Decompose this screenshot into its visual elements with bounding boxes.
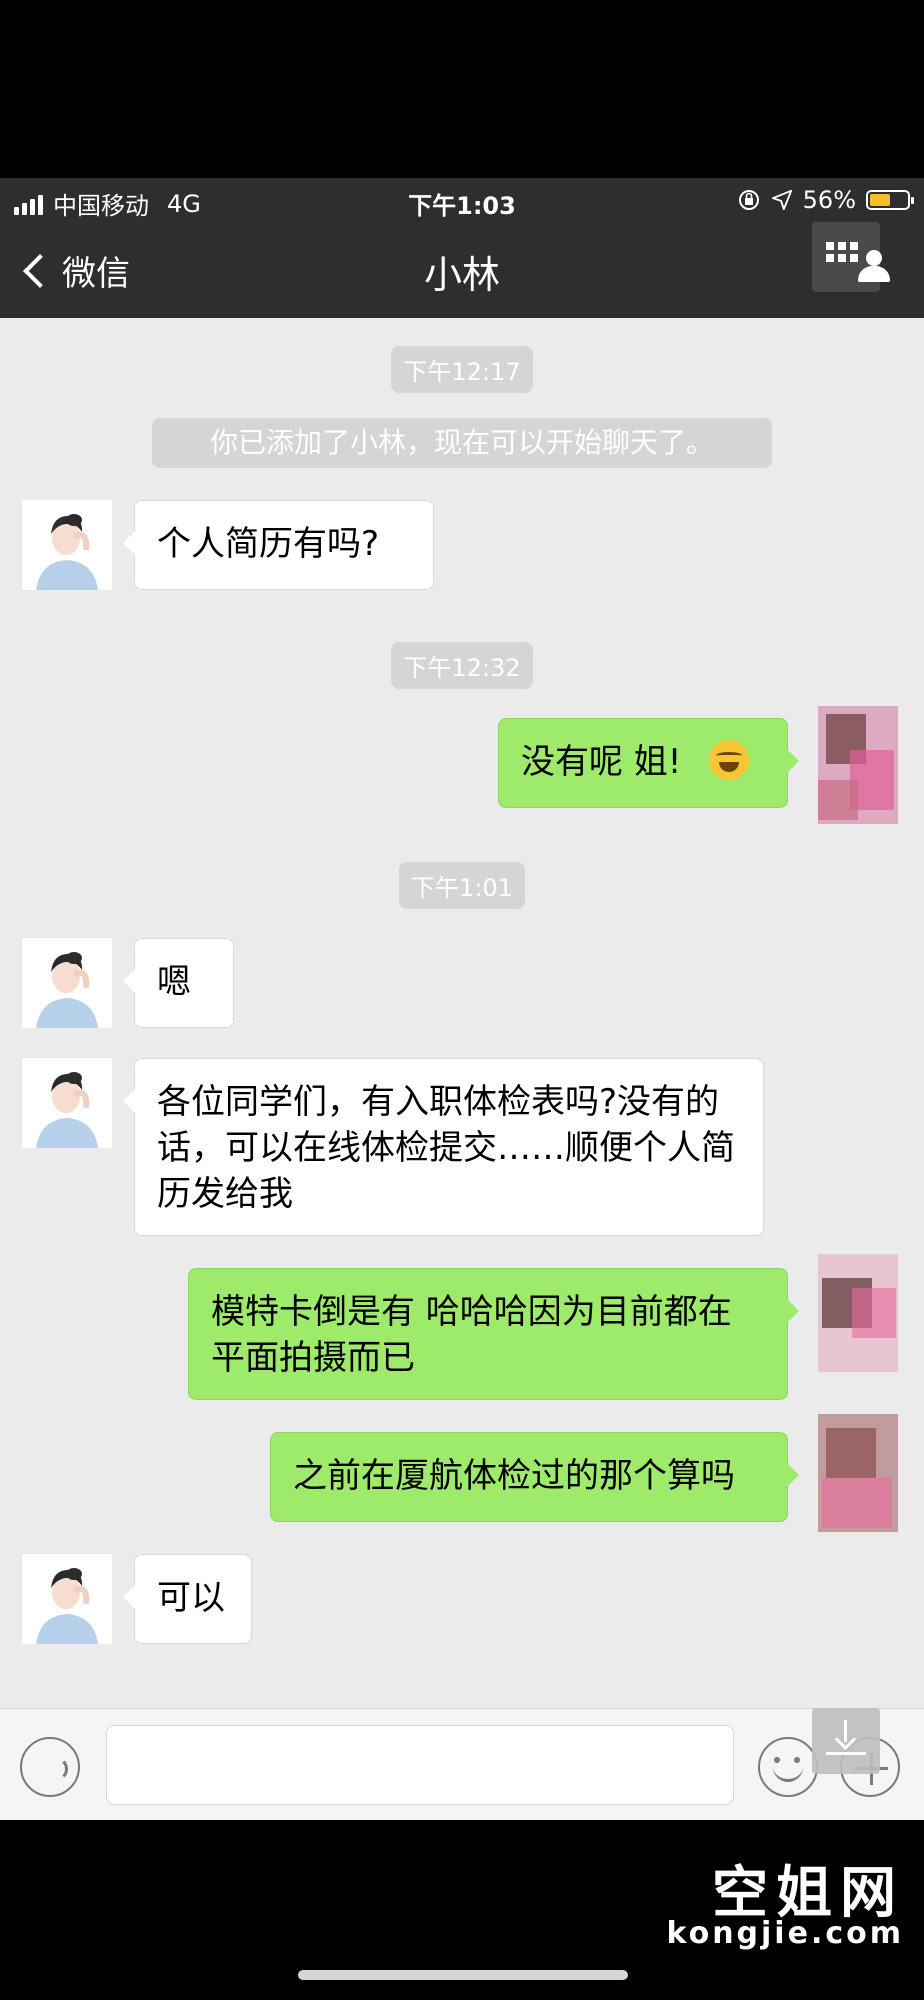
message-incoming[interactable]: 可以 [123, 1554, 252, 1644]
top-black-area [0, 0, 924, 178]
contact-avatar[interactable] [22, 938, 112, 1028]
contact-avatar[interactable] [22, 500, 112, 590]
chat-title: 小林 [423, 253, 500, 297]
battery-percent: 56% [802, 186, 856, 214]
contact-avatar[interactable] [22, 1554, 112, 1644]
laughing-emoji-icon [709, 739, 750, 780]
emoji-button[interactable] [758, 1737, 818, 1797]
location-icon [771, 189, 792, 211]
message-incoming[interactable]: 各位同学们，有入职体检表吗?没有的话，可以在线体检提交……顺便个人简历发给我 [123, 1058, 764, 1236]
my-avatar[interactable] [812, 1248, 902, 1376]
person-icon [858, 250, 890, 286]
message-outgoing[interactable]: 模特卡倒是有 哈哈哈因为目前都在平面拍摄而已 [188, 1268, 799, 1400]
message-outgoing[interactable]: 之前在厦航体检过的那个算吗 [270, 1432, 799, 1522]
voice-input-button[interactable] [20, 1737, 80, 1797]
message-input[interactable] [106, 1725, 734, 1805]
message-incoming[interactable]: 嗯 [123, 938, 234, 1028]
orientation-lock-icon [738, 190, 759, 210]
my-avatar[interactable] [812, 700, 902, 828]
status-bar: 中国移动 4G 下午1:03 56% [0, 178, 924, 222]
contact-avatar[interactable] [22, 1058, 112, 1148]
chat-area[interactable]: 下午12:17 你已添加了小林，现在可以开始聊天了。 个人简历有吗? 下午12:… [0, 318, 924, 1708]
message-outgoing[interactable]: 没有呢 姐! [498, 718, 799, 808]
system-message: 你已添加了小林，现在可以开始聊天了。 [152, 418, 772, 468]
download-icon[interactable] [812, 1708, 880, 1774]
timestamp: 下午12:17 [0, 346, 924, 393]
battery-icon [866, 190, 914, 210]
message-incoming[interactable]: 个人简历有吗? [123, 500, 434, 590]
chat-info-button[interactable] [812, 222, 890, 292]
input-bar [0, 1708, 924, 1821]
grid-icon [826, 242, 858, 262]
timestamp: 下午1:01 [0, 862, 924, 909]
timestamp: 下午12:32 [0, 642, 924, 689]
my-avatar[interactable] [812, 1408, 902, 1536]
home-indicator[interactable] [298, 1970, 628, 1980]
watermark-url: kongjie.com [666, 1916, 904, 1951]
nav-bar: 微信 小林 [0, 222, 924, 318]
